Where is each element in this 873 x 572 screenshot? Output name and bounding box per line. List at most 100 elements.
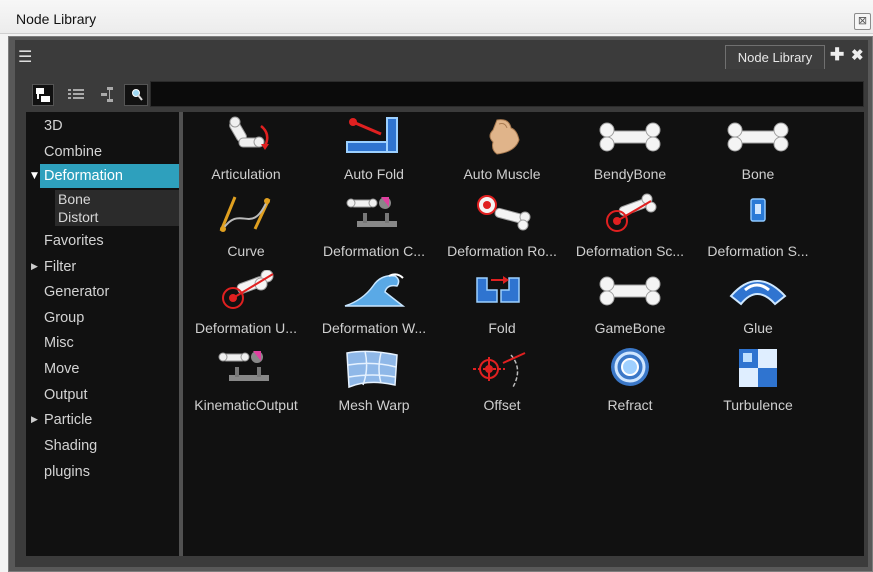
node-label: Auto Fold	[344, 166, 404, 182]
sidebar-item-favorites[interactable]: Favorites	[26, 229, 179, 253]
node-fold[interactable]: Fold	[439, 270, 565, 346]
mesh-warp-icon	[346, 350, 398, 389]
window-title: Node Library	[16, 11, 97, 27]
curve-icon	[219, 196, 271, 232]
node-bone[interactable]: Bone	[695, 116, 821, 192]
node-curve[interactable]: Curve	[183, 193, 309, 269]
hamburger-icon[interactable]: ☰	[18, 48, 36, 66]
sidebar-item-label: Combine	[44, 144, 103, 160]
node-auto-muscle[interactable]: Auto Muscle	[439, 116, 565, 192]
tree-view-icon[interactable]	[32, 84, 54, 106]
node-label: BendyBone	[593, 166, 667, 182]
node-mesh-warp[interactable]: Mesh Warp	[311, 347, 437, 423]
deformation-switch-icon	[750, 198, 766, 222]
sidebar-item-output[interactable]: Output	[26, 383, 179, 407]
category-sidebar: 3D Combine ▼ Deformation Bone Distort Fa…	[26, 112, 179, 556]
node-label: Glue	[743, 320, 773, 336]
search-icon[interactable]	[124, 84, 148, 106]
collapsed-arrow-icon[interactable]: ▶	[31, 255, 38, 279]
sidebar-item-combine[interactable]: Combine	[26, 140, 179, 164]
plus-icon[interactable]: ✚	[830, 45, 844, 65]
node-deformation-scale[interactable]: Deformation Sc...	[567, 193, 693, 269]
fold-icon	[476, 276, 520, 303]
node-refract[interactable]: Refract	[567, 347, 693, 423]
node-auto-fold[interactable]: Auto Fold	[311, 116, 437, 192]
node-label: Offset	[483, 397, 521, 413]
node-deformation-uniform[interactable]: Deformation U...	[183, 270, 309, 346]
node-label: Auto Muscle	[463, 166, 541, 182]
auto-muscle-icon	[489, 119, 520, 155]
search-input[interactable]	[150, 81, 864, 107]
node-label: KinematicOutput	[194, 397, 298, 413]
node-label: Mesh Warp	[338, 397, 410, 413]
sidebar-item-label: Misc	[44, 335, 74, 351]
sidebar-item-label: 3D	[44, 118, 63, 134]
articulation-icon	[229, 116, 269, 150]
sidebar-item-label: Particle	[44, 412, 93, 428]
sidebar-item-particle[interactable]: ▶ Particle	[26, 408, 179, 432]
node-label: Deformation C...	[323, 243, 425, 259]
node-label: Deformation Sc...	[575, 243, 685, 259]
sidebar-item-label: Generator	[44, 284, 110, 300]
node-deformation-wave[interactable]: Deformation W...	[311, 270, 437, 346]
sidebar-item-generator[interactable]: Generator	[26, 280, 179, 304]
node-kinematicoutput[interactable]: KinematicOutput	[183, 347, 309, 423]
sidebar-item-shading[interactable]: Shading	[26, 434, 179, 458]
hierarchy-view-icon[interactable]	[98, 84, 120, 106]
node-label: Turbulence	[723, 397, 793, 413]
sidebar-subitem-distort[interactable]: Distort	[55, 208, 179, 226]
offset-icon	[473, 352, 526, 388]
refract-icon	[611, 348, 649, 386]
collapsed-arrow-icon[interactable]: ▶	[31, 408, 38, 432]
sidebar-item-group[interactable]: Group	[26, 306, 179, 330]
close-icon[interactable]: ✖	[851, 46, 864, 64]
turbulence-icon	[739, 349, 777, 387]
node-label: Articulation	[211, 166, 281, 182]
sidebar-item-plugins[interactable]: plugins	[26, 460, 179, 484]
node-label: Deformation Ro...	[447, 243, 557, 259]
node-glue[interactable]: Glue	[695, 270, 821, 346]
sidebar-item-move[interactable]: Move	[26, 357, 179, 381]
node-label: Curve	[227, 243, 265, 259]
sidebar-item-label: Deformation	[44, 168, 123, 184]
node-grid: Articulation Auto Fold Auto Muscle Bendy…	[183, 112, 864, 556]
sidebar-subitem-bone[interactable]: Bone	[55, 190, 179, 208]
sidebar-item-filter[interactable]: ▶ Filter	[26, 255, 179, 279]
deformation-wave-icon	[344, 273, 406, 307]
node-label: Deformation S...	[707, 243, 809, 259]
sidebar-item-label: Move	[44, 361, 80, 377]
node-deformation-root[interactable]: Deformation Ro...	[439, 193, 565, 269]
sidebar-item-deformation[interactable]: Deformation	[40, 164, 179, 188]
node-bendybone[interactable]: BendyBone	[567, 116, 693, 192]
deformation-scale-icon	[606, 193, 657, 232]
bendy-bone-icon	[599, 122, 661, 152]
node-deformation-switch[interactable]: Deformation S...	[695, 193, 821, 269]
node-gamebone[interactable]: GameBone	[567, 270, 693, 346]
sidebar-item-label: Group	[44, 310, 85, 326]
sidebar-item-label: Shading	[44, 438, 98, 454]
node-label: Refract	[607, 397, 653, 413]
list-view-icon[interactable]	[66, 84, 88, 106]
node-deformation-composite[interactable]: Deformation C...	[311, 193, 437, 269]
sidebar-item-label: plugins	[44, 464, 90, 480]
sidebar-item-3d[interactable]: 3D	[26, 114, 179, 138]
tab-node-library[interactable]: Node Library	[725, 45, 825, 69]
sidebar-item-label: Output	[44, 387, 88, 403]
deformation-root-icon	[477, 195, 531, 231]
glue-icon	[729, 280, 787, 306]
deformation-uniform-icon	[222, 270, 274, 309]
node-offset[interactable]: Offset	[439, 347, 565, 423]
node-label: Bone	[741, 166, 775, 182]
node-articulation[interactable]: Articulation	[183, 116, 309, 192]
auto-fold-icon	[346, 117, 398, 153]
window-close-icon[interactable]: ⊠	[854, 13, 871, 30]
bone-icon	[727, 122, 789, 152]
sidebar-item-label: Filter	[44, 259, 77, 275]
sidebar-item-label: Favorites	[44, 233, 104, 249]
kinematic-output-icon	[218, 351, 269, 381]
node-label: Fold	[488, 320, 516, 336]
expand-arrow-icon[interactable]: ▼	[31, 164, 38, 188]
node-turbulence[interactable]: Turbulence	[695, 347, 821, 423]
node-label: Deformation U...	[195, 320, 297, 336]
sidebar-item-misc[interactable]: Misc	[26, 331, 179, 355]
